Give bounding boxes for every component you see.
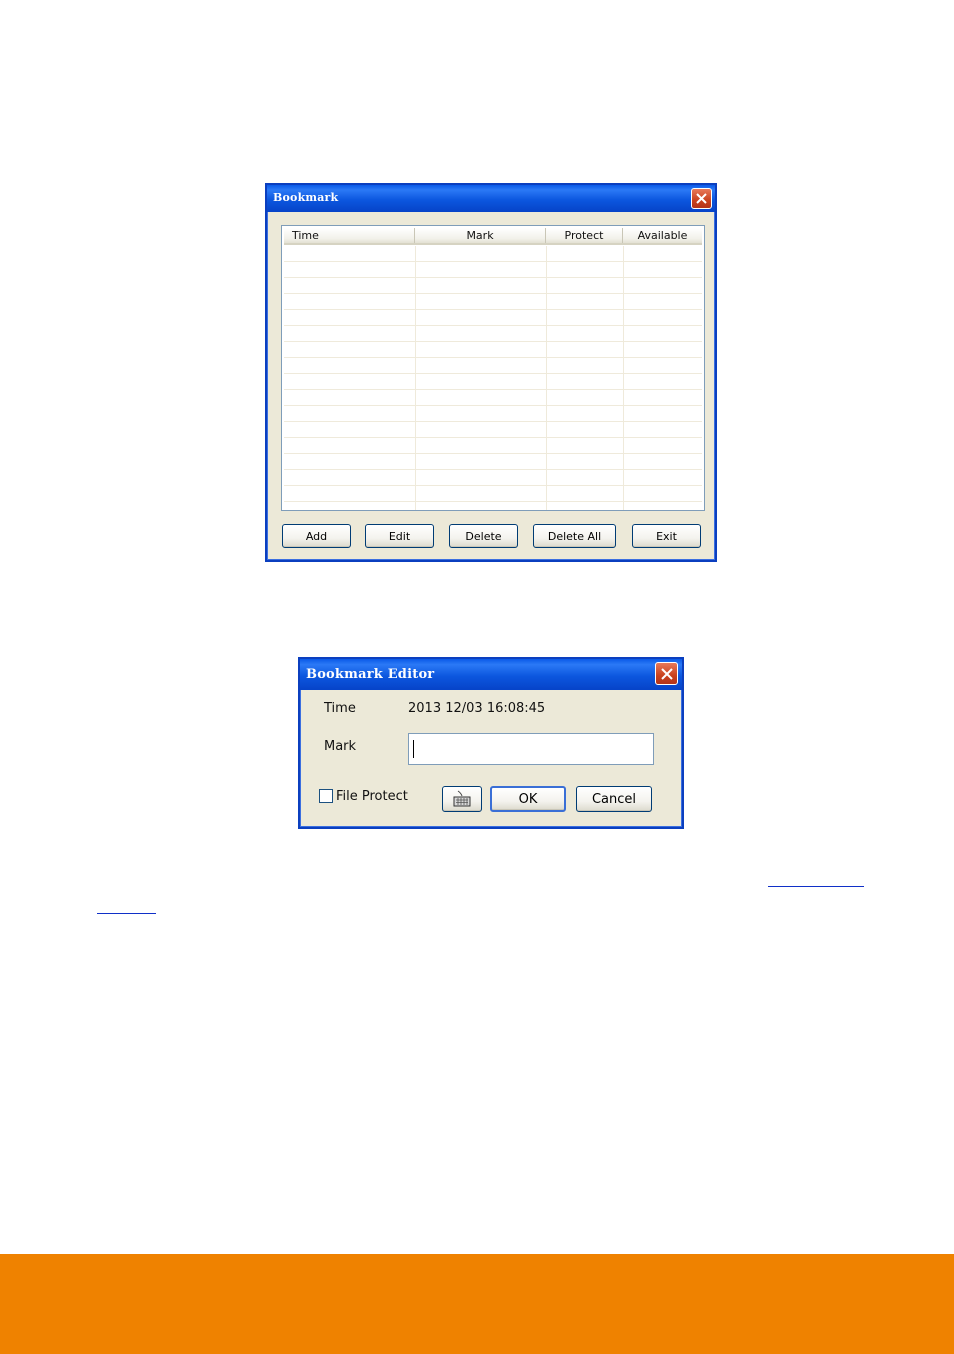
bookmark-titlebar[interactable]: Bookmark [267,185,715,212]
bookmark-window: Bookmark Time Mark Protect Available Add… [265,183,717,562]
bookmark-window-title: Bookmark [273,191,339,204]
hyperlink-underline[interactable] [768,886,864,887]
column-separator [546,246,547,510]
editor-close-button[interactable] [655,662,678,685]
file-protect-checkbox[interactable] [319,789,333,803]
virtual-keyboard-button[interactable] [442,786,482,812]
list-row[interactable] [284,422,702,438]
column-separator [415,246,416,510]
list-row[interactable] [284,374,702,390]
list-row[interactable] [284,310,702,326]
cancel-button[interactable]: Cancel [576,786,652,812]
file-protect-label[interactable]: File Protect [336,789,408,804]
add-button[interactable]: Add [282,524,351,548]
delete-all-button[interactable]: Delete All [533,524,616,548]
delete-button[interactable]: Delete [449,524,518,548]
list-row[interactable] [284,262,702,278]
column-header-time[interactable]: Time [284,228,415,243]
bookmark-list[interactable]: Time Mark Protect Available [281,225,705,511]
list-row[interactable] [284,358,702,374]
ok-button[interactable]: OK [490,786,566,812]
list-row[interactable] [284,390,702,406]
hyperlink-underline-continued[interactable] [97,913,156,914]
editor-window-title: Bookmark Editor [306,667,435,682]
text-caret [413,740,414,758]
close-icon [660,667,673,680]
list-row[interactable] [284,454,702,470]
bookmark-list-grid [284,246,702,510]
list-row[interactable] [284,342,702,358]
list-row[interactable] [284,486,702,502]
keyboard-icon [453,790,471,807]
close-icon [696,193,707,204]
edit-button[interactable]: Edit [365,524,434,548]
column-header-mark[interactable]: Mark [415,228,546,243]
page-footer-bar [0,1254,954,1354]
mark-input[interactable] [408,733,654,765]
column-separator [623,246,624,510]
column-header-available[interactable]: Available [623,228,702,243]
list-row[interactable] [284,438,702,454]
column-header-protect[interactable]: Protect [546,228,623,243]
list-row[interactable] [284,246,702,262]
editor-titlebar[interactable]: Bookmark Editor [300,659,682,690]
list-row[interactable] [284,294,702,310]
time-value: 2013 12/03 16:08:45 [408,701,546,716]
bookmark-editor-window: Bookmark Editor Time 2013 12/03 16:08:45… [298,657,684,829]
time-label: Time [324,701,356,716]
bookmark-list-header: Time Mark Protect Available [284,228,702,245]
exit-button[interactable]: Exit [632,524,701,548]
list-row[interactable] [284,406,702,422]
list-row[interactable] [284,326,702,342]
bookmark-close-button[interactable] [691,188,712,209]
mark-label: Mark [324,739,357,754]
list-row[interactable] [284,470,702,486]
list-row[interactable] [284,278,702,294]
